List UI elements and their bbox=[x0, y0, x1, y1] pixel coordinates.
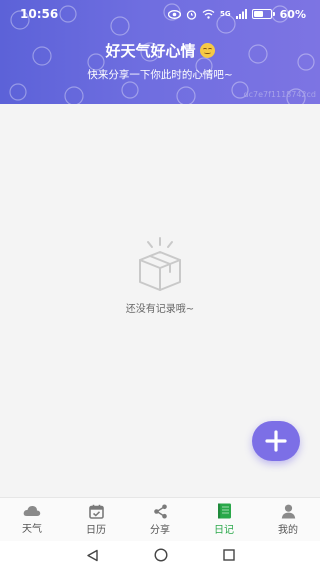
header-banner: 10:56 5G 60% 好天气好心情 快来分享一下你此时的心情吧~ dc7e7… bbox=[0, 0, 320, 104]
empty-box-icon bbox=[139, 237, 181, 291]
nav-item-profile[interactable]: 我的 bbox=[256, 498, 320, 541]
recents-icon[interactable] bbox=[222, 549, 235, 561]
nav-label-weather: 天气 bbox=[22, 524, 42, 535]
signal-icon bbox=[235, 9, 247, 19]
share-icon bbox=[153, 504, 167, 518]
calendar-icon bbox=[88, 504, 104, 519]
nav-label-calendar: 日历 bbox=[86, 524, 106, 536]
person-icon bbox=[281, 504, 295, 518]
nav-label-diary: 日记 bbox=[214, 525, 234, 536]
diary-icon bbox=[217, 503, 231, 519]
header-subtitle: 快来分享一下你此时的心情吧~ bbox=[87, 69, 233, 81]
plus-icon bbox=[265, 430, 287, 452]
add-diary-button[interactable] bbox=[252, 421, 300, 461]
nav-item-share[interactable]: 分享 bbox=[128, 498, 192, 541]
nav-item-diary[interactable]: 日记 bbox=[192, 498, 256, 541]
bottom-nav: 天气 日历 分享 日记 我的 bbox=[0, 497, 320, 541]
nav-item-calendar[interactable]: 日历 bbox=[64, 498, 128, 541]
smiling-face-icon bbox=[199, 43, 215, 58]
wifi-icon bbox=[202, 9, 215, 19]
empty-state-text: 还没有记录哦~ bbox=[125, 304, 195, 315]
diary-screen: 10:56 5G 60% 好天气好心情 快来分享一下你此时的心情吧~ dc7e7… bbox=[0, 0, 320, 569]
header-title-row: 好天气好心情 bbox=[0, 40, 320, 61]
device-id: dc7e7f1118742cd bbox=[243, 90, 317, 99]
status-bar: 10:56 5G 60% bbox=[0, 0, 320, 28]
home-icon[interactable] bbox=[153, 548, 168, 562]
eye-icon bbox=[168, 9, 182, 19]
back-icon[interactable] bbox=[86, 549, 99, 562]
battery-level bbox=[253, 11, 264, 17]
system-nav-bar bbox=[0, 541, 320, 569]
empty-state: 还没有记录哦~ bbox=[0, 236, 320, 315]
nav-item-weather[interactable]: 天气 bbox=[0, 498, 64, 541]
status-icons: 5G 60% bbox=[168, 8, 306, 21]
status-time: 10:56 bbox=[20, 7, 59, 21]
alarm-icon bbox=[186, 9, 197, 20]
nav-label-profile: 我的 bbox=[278, 524, 298, 536]
nav-label-share: 分享 bbox=[150, 524, 170, 536]
battery-icon bbox=[251, 9, 275, 19]
page-title: 好天气好心情 bbox=[105, 42, 196, 60]
cloud-icon bbox=[23, 505, 41, 516]
battery-percent: 60% bbox=[279, 7, 306, 21]
network-type: 5G bbox=[220, 10, 231, 18]
